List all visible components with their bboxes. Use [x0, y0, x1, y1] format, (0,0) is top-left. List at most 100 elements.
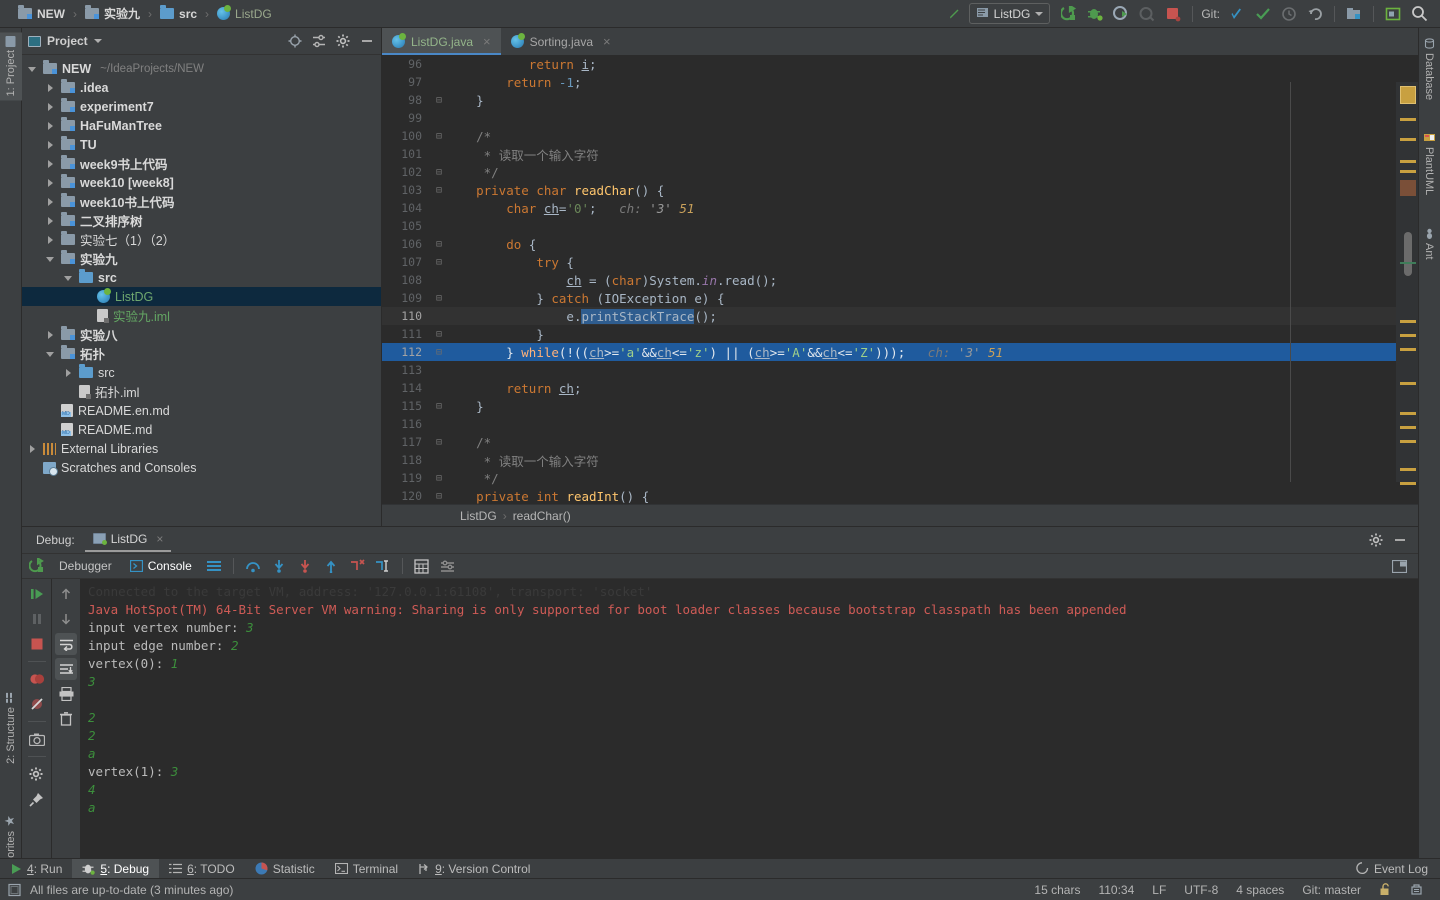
update-project-button[interactable]: [1226, 3, 1248, 25]
code-fold-marker[interactable]: ⊟: [432, 491, 446, 502]
tree-node[interactable]: week9书上代码: [22, 154, 381, 173]
tree-node[interactable]: TU: [22, 135, 381, 154]
tree-expand-arrow[interactable]: [46, 349, 56, 359]
tree-node[interactable]: External Libraries: [22, 439, 381, 458]
tree-expand-arrow[interactable]: [28, 64, 38, 74]
run-configuration-selector[interactable]: ListDG: [968, 3, 1051, 24]
bottom-tab-debug[interactable]: 5: Debug: [72, 858, 160, 879]
breadcrumb-item-file[interactable]: ListDG: [213, 5, 276, 23]
tab-sorting-java[interactable]: Sorting.java ×: [501, 28, 621, 55]
tree-expand-arrow[interactable]: [46, 121, 56, 131]
scroll-up-button[interactable]: [55, 583, 77, 605]
code-line[interactable]: 118 * 读取一个输入字符: [382, 451, 1396, 469]
breadcrumb-item-module[interactable]: 实验九: [81, 3, 144, 24]
code-line[interactable]: 98 ⊟ }: [382, 91, 1396, 109]
debug-settings-button[interactable]: [1368, 532, 1384, 548]
code-line[interactable]: 100 ⊟ /*: [382, 127, 1396, 145]
project-structure-button[interactable]: [1343, 3, 1365, 25]
code-line[interactable]: 99: [382, 109, 1396, 127]
indent-setting[interactable]: 4 spaces: [1227, 883, 1293, 897]
collapse-all-button[interactable]: [311, 33, 327, 49]
close-icon[interactable]: ×: [483, 34, 491, 49]
code-line[interactable]: 120 ⊟ private int readInt() {: [382, 487, 1396, 504]
tree-expand-arrow[interactable]: [46, 159, 56, 169]
caret-position[interactable]: 110:34: [1089, 883, 1143, 897]
tree-expand-arrow[interactable]: [82, 311, 92, 321]
tree-node[interactable]: 二叉排序树: [22, 211, 381, 230]
code-line[interactable]: 113: [382, 361, 1396, 379]
file-encoding[interactable]: UTF-8: [1175, 883, 1227, 897]
bottom-tab-todo[interactable]: 6: TODO: [159, 859, 245, 879]
code-fold-marker[interactable]: ⊟: [432, 293, 446, 304]
code-line[interactable]: 105: [382, 217, 1396, 235]
code-fold-marker[interactable]: ⊟: [432, 401, 446, 412]
code-line[interactable]: 115 ⊟ }: [382, 397, 1396, 415]
printer-icon[interactable]: [55, 683, 77, 705]
sidebar-item-ant[interactable]: Ant: [1418, 224, 1440, 264]
breadcrumb-item-project[interactable]: NEW: [14, 5, 69, 23]
sidebar-item-database[interactable]: Database: [1418, 34, 1440, 104]
minimize-icon[interactable]: [359, 33, 375, 49]
scrollbar-thumb[interactable]: [1404, 232, 1412, 276]
tree-node[interactable]: HaFuManTree: [22, 116, 381, 135]
tree-node[interactable]: 拓扑.iml: [22, 382, 381, 401]
code-line[interactable]: 101 * 读取一个输入字符: [382, 145, 1396, 163]
editor-scrollbar-markers[interactable]: [1396, 82, 1418, 485]
git-branch[interactable]: Git: master: [1293, 883, 1370, 897]
stop-button[interactable]: [1162, 3, 1184, 25]
tree-expand-arrow[interactable]: [46, 216, 56, 226]
run-with-coverage-button[interactable]: [1110, 3, 1132, 25]
pause-program-button[interactable]: [26, 608, 48, 630]
code-line[interactable]: 119 ⊟ */: [382, 469, 1396, 487]
tree-expand-arrow[interactable]: [46, 406, 56, 416]
tree-node[interactable]: 实验八: [22, 325, 381, 344]
step-out-button[interactable]: [320, 555, 342, 577]
close-icon[interactable]: ×: [603, 34, 611, 49]
tree-node[interactable]: README.en.md: [22, 401, 381, 420]
tree-node[interactable]: .idea: [22, 78, 381, 97]
tab-listdg-java[interactable]: ListDG.java ×: [382, 28, 501, 55]
resume-program-button[interactable]: [26, 583, 48, 605]
line-separator[interactable]: LF: [1143, 883, 1175, 897]
scroll-down-button[interactable]: [55, 608, 77, 630]
code-line[interactable]: 96 return i;: [382, 55, 1396, 73]
debug-button[interactable]: [1084, 3, 1106, 25]
back-arrow-icon[interactable]: [943, 3, 965, 25]
force-step-into-button[interactable]: [294, 555, 316, 577]
tree-node[interactable]: 实验九.iml: [22, 306, 381, 325]
code-line[interactable]: 108 ch = (char)System.in.read();: [382, 271, 1396, 289]
locate-file-button[interactable]: [287, 33, 303, 49]
code-line[interactable]: 103 ⊟ private char readChar() {: [382, 181, 1396, 199]
tree-node[interactable]: src: [22, 268, 381, 287]
tree-expand-arrow[interactable]: [46, 178, 56, 188]
sidebar-item-structure[interactable]: 2: Structure: [0, 688, 22, 768]
bottom-tab-terminal[interactable]: Terminal: [325, 859, 408, 879]
evaluate-expression-button[interactable]: [411, 555, 433, 577]
code-fold-marker[interactable]: ⊟: [432, 131, 446, 142]
code-line[interactable]: 102 ⊟ */: [382, 163, 1396, 181]
tree-expand-arrow[interactable]: [46, 425, 56, 435]
code-line[interactable]: 109 ⊟ } catch (IOException e) {: [382, 289, 1396, 307]
code-line[interactable]: 107 ⊟ try {: [382, 253, 1396, 271]
step-over-button[interactable]: [242, 555, 264, 577]
run-to-cursor-button[interactable]: [372, 555, 394, 577]
code-fold-marker[interactable]: ⊟: [432, 347, 446, 358]
profile-button[interactable]: [1136, 3, 1158, 25]
code-line[interactable]: 111 ⊟ }: [382, 325, 1396, 343]
tree-expand-arrow[interactable]: [46, 330, 56, 340]
breadcrumb-method[interactable]: readChar(): [513, 509, 571, 523]
tab-console[interactable]: Console: [123, 557, 199, 575]
tree-expand-arrow[interactable]: [64, 273, 74, 283]
tree-node[interactable]: NEW ~/IdeaProjects/NEW: [22, 59, 381, 78]
step-into-button[interactable]: [268, 555, 290, 577]
unlocked-padlock-icon[interactable]: [1370, 883, 1401, 896]
history-button[interactable]: [1278, 3, 1300, 25]
hide-debug-panel-button[interactable]: [1392, 532, 1408, 548]
tree-expand-arrow[interactable]: [28, 444, 38, 454]
event-log-button[interactable]: Event Log: [1356, 862, 1428, 876]
tree-expand-arrow[interactable]: [46, 235, 56, 245]
breadcrumb-item-src[interactable]: src: [156, 5, 201, 23]
trash-icon[interactable]: [55, 708, 77, 730]
sidebar-item-plantuml[interactable]: PlantUML: [1418, 128, 1440, 199]
sidebar-item-project[interactable]: 1: Project: [0, 32, 22, 101]
